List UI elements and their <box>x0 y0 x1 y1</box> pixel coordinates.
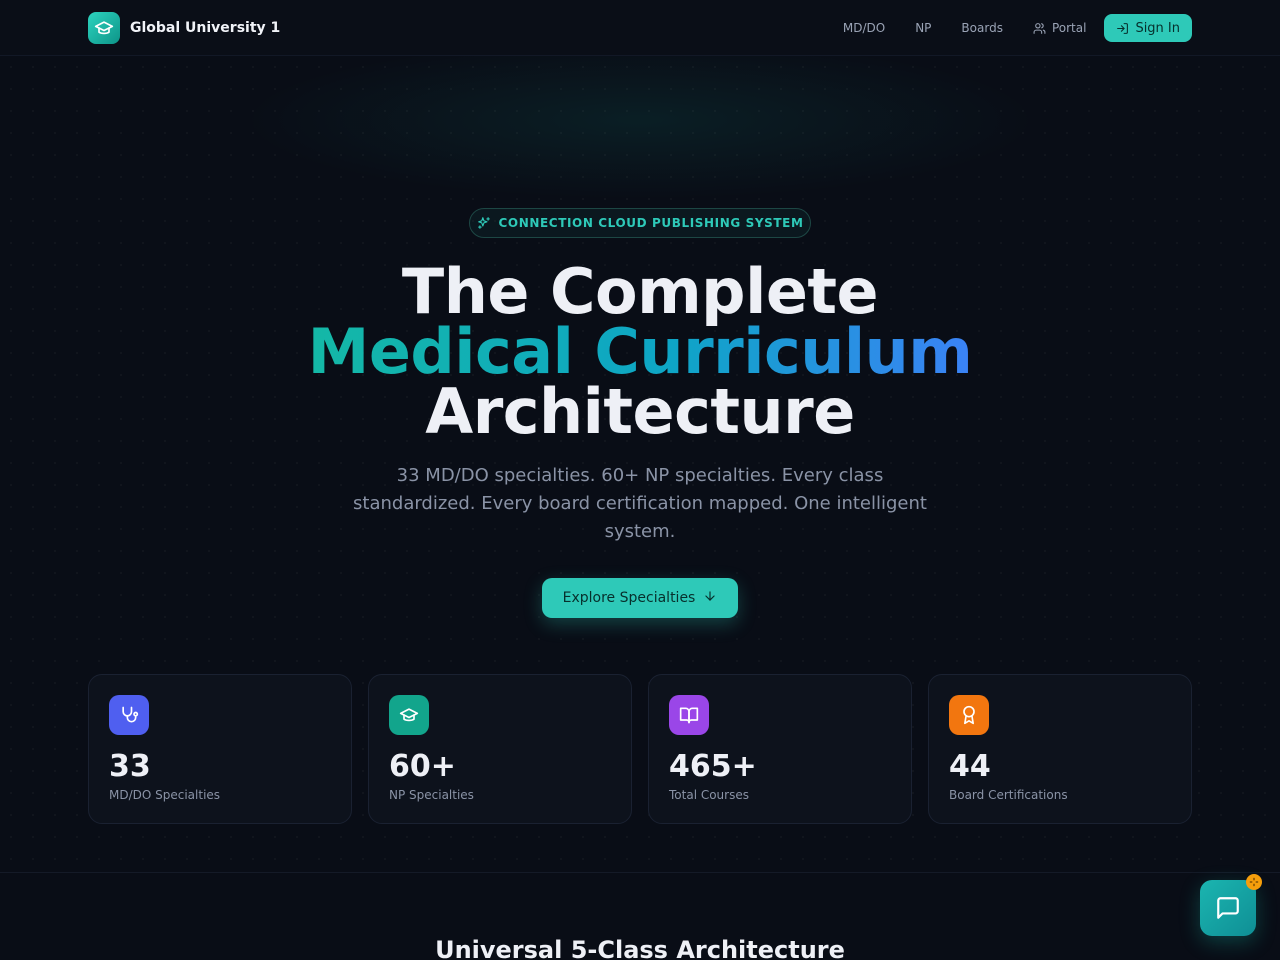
hero-title-line1: The Complete <box>401 255 879 328</box>
stat-value: 44 <box>949 749 991 784</box>
sign-in-label: Sign In <box>1135 20 1180 36</box>
chat-button[interactable] <box>1200 880 1256 936</box>
stat-label: MD/DO Specialties <box>109 788 221 802</box>
sparkles-icon <box>477 217 490 229</box>
award-icon <box>949 695 989 735</box>
arrow-down-icon <box>705 591 716 601</box>
explore-specialties-button[interactable]: Explore Specialties <box>542 578 738 618</box>
explore-specialties-label: Explore Specialties <box>562 590 696 606</box>
stat-card-np: 60+ NP Specialties <box>368 674 632 824</box>
sparkle-badge-icon <box>1246 874 1262 890</box>
hero-title-line3: Architecture <box>425 375 855 448</box>
stat-card-courses: 465+ Total Courses <box>648 674 912 824</box>
nav-link-portal[interactable]: Portal <box>1033 14 1086 42</box>
stat-label: Board Certifications <box>949 788 1068 802</box>
graduation-cap-icon <box>88 12 120 44</box>
stat-label: Total Courses <box>669 788 749 802</box>
section-title: Universal 5-Class Architecture <box>435 936 845 960</box>
stat-value: 465+ <box>669 749 757 784</box>
message-square-icon <box>1217 897 1239 919</box>
hero-title-line2: Medical Curriculum <box>0 321 1280 383</box>
log-in-icon <box>1117 22 1129 34</box>
brand-name: Global University 1 <box>130 20 281 36</box>
nav-link-np[interactable]: NP <box>915 14 931 42</box>
nav-links: MD/DO NP Boards Portal Sign In <box>813 14 1192 42</box>
top-nav: Global University 1 MD/DO NP Boards Port… <box>0 0 1280 56</box>
book-open-icon <box>669 695 709 735</box>
portal-label: Portal <box>1051 21 1087 35</box>
hero-badge: CONNECTION CLOUD PUBLISHING SYSTEM <box>469 208 811 238</box>
stethoscope-icon <box>109 695 149 735</box>
sign-in-button[interactable]: Sign In <box>1104 14 1192 42</box>
nav-link-mddo[interactable]: MD/DO <box>843 14 885 42</box>
users-icon <box>1033 22 1046 34</box>
graduation-cap-icon <box>389 695 429 735</box>
brand[interactable]: Global University 1 <box>88 12 280 44</box>
stat-value: 33 <box>109 749 151 784</box>
nav-link-boards[interactable]: Boards <box>961 14 1003 42</box>
hero-subtitle: 33 MD/DO specialties. 60+ NP specialties… <box>353 465 927 542</box>
background-glow <box>240 40 1040 200</box>
stat-value: 60+ <box>389 749 456 784</box>
section-divider <box>0 872 1280 873</box>
stat-card-mddo: 33 MD/DO Specialties <box>88 674 352 824</box>
stat-card-boards: 44 Board Certifications <box>928 674 1192 824</box>
stat-label: NP Specialties <box>389 788 474 802</box>
hero-badge-label: CONNECTION CLOUD PUBLISHING SYSTEM <box>498 216 804 230</box>
